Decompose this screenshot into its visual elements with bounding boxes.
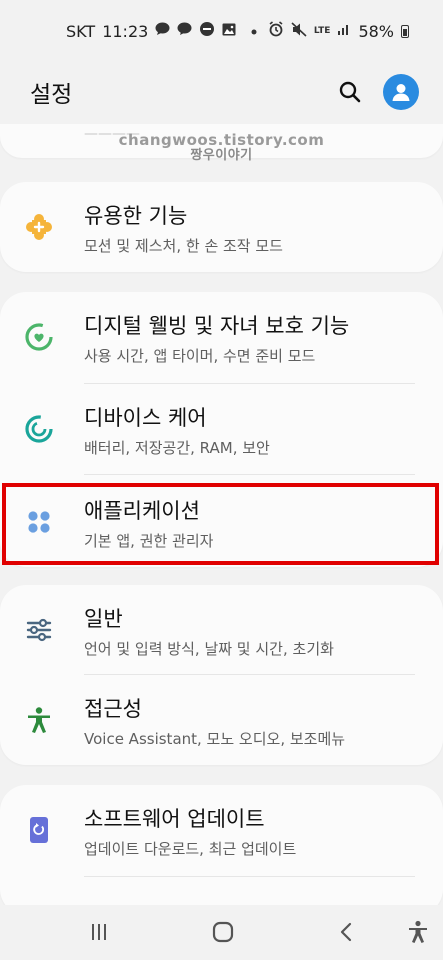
avatar-icon	[392, 84, 410, 101]
header-actions	[337, 74, 419, 110]
status-left: SKT 11:23	[66, 22, 257, 41]
watermark-url: changwoos.tistory.com	[118, 131, 325, 149]
item-subtitle: 배터리, 저장공간, RAM, 보안	[84, 439, 270, 457]
chat-icon	[155, 22, 170, 40]
lte-icon: LTE	[313, 25, 331, 36]
item-title: 디바이스 케어	[84, 406, 207, 430]
divider	[84, 474, 415, 475]
watermark-name: 짱우이야기	[190, 148, 253, 163]
item-title: 접근성	[84, 697, 142, 721]
home-button[interactable]	[208, 917, 238, 947]
accessibility-shortcut-icon	[409, 920, 427, 943]
accessibility-shortcut-button[interactable]	[403, 917, 433, 947]
back-icon	[340, 922, 352, 942]
device-care-icon	[24, 414, 54, 444]
signal-icon	[337, 22, 351, 40]
status-right: LTE 58%	[268, 21, 409, 41]
software-update-icon	[24, 815, 54, 845]
item-title: 소프트웨어 업데이트	[84, 807, 265, 831]
watermark: changwoos.tistory.com 짱우이야기	[0, 132, 443, 164]
card-software-group: 소프트웨어 업데이트 업데이트 다운로드, 최근 업데이트	[0, 785, 443, 915]
item-subtitle: Voice Assistant, 모노 오디오, 보조메뉴	[84, 730, 346, 748]
header: 설정	[0, 62, 443, 122]
item-subtitle: 언어 및 입력 방식, 날짜 및 시간, 초기화	[84, 640, 334, 658]
item-title: 유용한 기능	[84, 204, 188, 228]
menu-item-accessibility[interactable]: 접근성 Voice Assistant, 모노 오디오, 보조메뉴	[0, 675, 443, 765]
alarm-icon	[268, 21, 284, 41]
accessibility-icon	[24, 705, 54, 735]
image-icon	[222, 23, 236, 40]
mute-icon	[291, 21, 307, 41]
wellbeing-icon	[24, 322, 54, 352]
card-advanced-features: 유용한 기능 모션 및 제스처, 한 손 조작 모드	[0, 182, 443, 272]
talk-icon	[177, 22, 192, 40]
sliders-icon	[24, 615, 54, 645]
card-general-group: 일반 언어 및 입력 방식, 날짜 및 시간, 초기화 접근성 Voice As…	[0, 585, 443, 765]
puzzle-plus-icon	[24, 212, 54, 242]
dot-icon	[251, 24, 257, 39]
menu-item-digital-wellbeing[interactable]: 디지털 웰빙 및 자녀 보호 기능 사용 시간, 앱 타이머, 수면 준비 모드	[0, 292, 443, 382]
battery-icon	[401, 24, 409, 38]
lte-label: LTE	[313, 25, 331, 36]
clock-label: 11:23	[102, 21, 149, 41]
home-icon	[212, 921, 234, 943]
navigation-bar	[0, 905, 443, 960]
menu-item-software-update[interactable]: 소프트웨어 업데이트 업데이트 다운로드, 최근 업데이트	[0, 785, 443, 875]
menu-item-general-management[interactable]: 일반 언어 및 입력 방식, 날짜 및 시간, 초기화	[0, 585, 443, 675]
page-title: 설정	[30, 82, 73, 108]
item-subtitle: 모션 및 제스처, 한 손 조작 모드	[84, 237, 283, 255]
back-button[interactable]	[332, 917, 362, 947]
status-bar: SKT 11:23 LTE 58%	[0, 0, 443, 62]
recents-icon	[92, 924, 106, 940]
account-avatar-button[interactable]	[383, 74, 419, 110]
item-subtitle: 업데이트 다운로드, 최근 업데이트	[84, 840, 297, 858]
carrier-label: SKT	[66, 21, 96, 41]
item-title: 일반	[84, 607, 123, 631]
search-icon	[339, 81, 361, 103]
battery-label: 58%	[358, 21, 394, 41]
highlight-box	[2, 483, 439, 565]
recents-button[interactable]	[84, 917, 114, 947]
menu-item-advanced-features[interactable]: 유용한 기능 모션 및 제스처, 한 손 조작 모드	[0, 182, 443, 272]
sale-icon	[199, 22, 215, 40]
item-subtitle: 사용 시간, 앱 타이머, 수면 준비 모드	[84, 347, 316, 365]
search-button[interactable]	[337, 79, 363, 105]
menu-item-device-care[interactable]: 디바이스 케어 배터리, 저장공간, RAM, 보안	[0, 384, 443, 474]
item-title: 디지털 웰빙 및 자녀 보호 기능	[84, 314, 350, 338]
divider	[84, 876, 415, 877]
